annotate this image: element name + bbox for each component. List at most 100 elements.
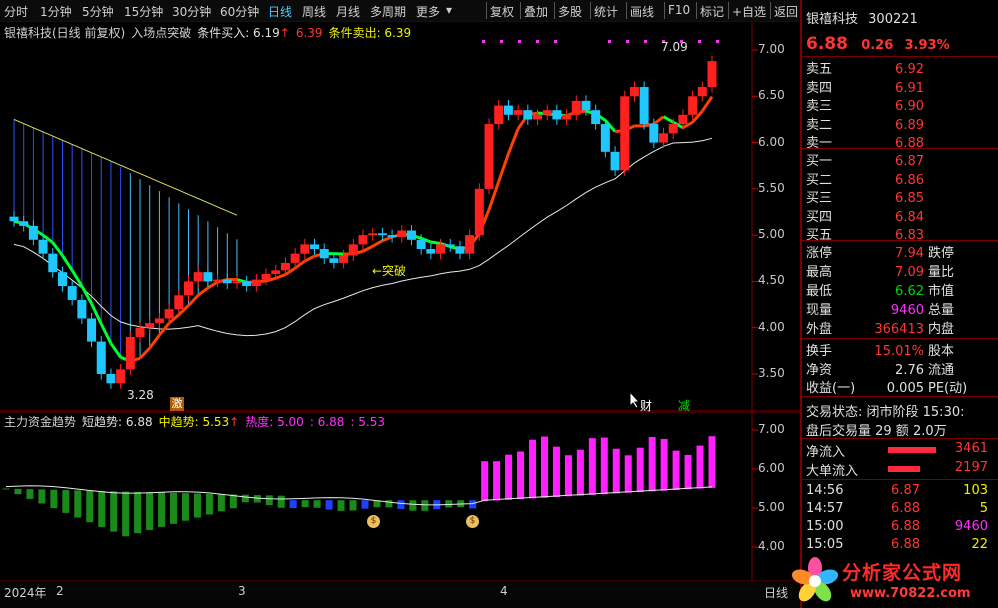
candle-body [552, 110, 562, 120]
panel-row: 买四 6.84 [806, 206, 996, 225]
period-tab-6[interactable]: 日线 [268, 3, 292, 20]
period-tab-2[interactable]: 5分钟 [82, 3, 114, 20]
toolbar-button-4[interactable]: 画线 [630, 3, 654, 20]
net-inflow-bar [888, 447, 936, 453]
period-tab-0[interactable]: 分时 [4, 3, 28, 20]
panel-row: 买三 6.85 [806, 187, 996, 206]
candle-body [659, 133, 669, 143]
candle-body [242, 281, 252, 287]
toolbar-button-2[interactable]: 多股 [558, 3, 582, 20]
row-label: 涨停 [806, 246, 833, 261]
row-label: 外盘 [806, 322, 833, 337]
period-tab-10[interactable]: 更多 [416, 3, 440, 20]
price-axis-label: 5.50 [758, 180, 785, 195]
toolbar-button-8[interactable]: 返回 [774, 3, 798, 20]
money-bag-icon: $ [466, 515, 479, 528]
candle-body [57, 272, 67, 287]
toolbar-button-1[interactable]: 叠加 [524, 3, 548, 20]
fund-bar [277, 495, 285, 508]
period-tab-8[interactable]: 月线 [336, 3, 360, 20]
candle-body [465, 235, 475, 254]
candle-body [164, 309, 174, 319]
buy-arrow: ↑ [279, 26, 290, 40]
more-dropdown-icon[interactable]: ▾ [446, 3, 452, 17]
candle-body [319, 249, 329, 259]
period-tab-5[interactable]: 60分钟 [220, 3, 259, 20]
row-value: 2.76 [895, 362, 924, 378]
candle-body [106, 374, 116, 384]
buy-condition: 条件买入: 6.19 [197, 26, 280, 40]
period-tab-9[interactable]: 多周期 [370, 3, 406, 20]
toolbar-button-7[interactable]: +自选 [732, 3, 766, 20]
candle-body [639, 87, 649, 125]
toolbar-button-0[interactable]: 复权 [490, 3, 514, 20]
fund-bar [86, 490, 94, 523]
period-tab-7[interactable]: 周线 [302, 3, 326, 20]
candle-body [688, 96, 698, 115]
price-change: 0.26 [861, 38, 894, 53]
panel-row: 净资 2.76 流通 [806, 359, 996, 378]
candle-body [222, 279, 232, 284]
tick-volume: 9460 [954, 519, 988, 534]
fund-bar [588, 438, 596, 495]
mid-trend: 中趋势: 5.53 [158, 415, 230, 429]
signal-dot [500, 40, 503, 43]
row-label: 卖五 [806, 62, 833, 77]
indicator-axis-label: 7.00 [758, 422, 785, 436]
stock-name: 银禧科技 [806, 12, 859, 27]
candle-body [581, 100, 591, 111]
fund-bar [529, 439, 537, 499]
big-inflow-value: 2197 [954, 460, 988, 475]
candle-body [610, 151, 620, 171]
fund-bar [349, 500, 357, 511]
signal-dot [698, 40, 701, 43]
sell-condition: 条件卖出: 6.39 [328, 26, 412, 40]
toolbar-separator [696, 2, 697, 19]
candle-body [697, 87, 707, 97]
tick-price: 6.88 [891, 501, 920, 516]
fund-bar [600, 437, 608, 495]
main-kline-chart[interactable] [0, 22, 800, 412]
fund-bar [361, 500, 369, 509]
fund-bar [564, 455, 572, 497]
fund-bar [445, 500, 453, 508]
candle-body [406, 230, 416, 240]
candle-body [9, 216, 19, 222]
signal-dot [518, 40, 521, 43]
heat-value-2: : 6.88 [309, 415, 345, 429]
panel-row: 卖四 6.91 [806, 77, 996, 96]
period-tab-3[interactable]: 15分钟 [124, 3, 163, 20]
stock-chart-title: 银禧科技(日线 前复权) [4, 26, 126, 40]
fund-trend-indicator-chart[interactable] [0, 412, 800, 580]
toolbar-button-6[interactable]: 标记 [700, 3, 724, 20]
quote-panel: 银禧科技 300221 6.88 0.26 3.93% 卖五 6.92 卖四 6.91… [800, 0, 998, 608]
row-value: 6.84 [895, 209, 924, 225]
period-tab-4[interactable]: 30分钟 [172, 3, 211, 20]
fund-bar [229, 494, 237, 509]
fund-bar [50, 489, 58, 509]
candle-body [600, 124, 610, 152]
candle-body [339, 255, 349, 263]
period-label[interactable]: 日线 [764, 584, 788, 601]
candle-body [678, 114, 688, 125]
fund-bar [2, 488, 10, 490]
candle-body [154, 318, 164, 324]
fund-bar [62, 490, 70, 513]
candle-body [358, 235, 368, 245]
indicator-legend: 主力资金趋势 短趋势: 6.88 中趋势: 5.53↑ 热度: 5.00: 6.88:… [4, 413, 391, 429]
toolbar-button-3[interactable]: 统计 [594, 3, 618, 20]
candle-body [290, 253, 300, 263]
indicator-axis-label: 6.00 [758, 461, 785, 475]
mouse-cursor-icon [629, 391, 641, 409]
fund-bar [146, 492, 154, 531]
fund-bar [26, 489, 34, 499]
toolbar-separator [590, 2, 591, 19]
candle-body [571, 100, 581, 115]
row-value: 6.91 [895, 80, 924, 96]
fund-bar [517, 451, 525, 500]
price-axis-label: 6.00 [758, 134, 785, 149]
candle-body [251, 279, 261, 287]
toolbar-button-5[interactable]: F10 [668, 3, 690, 17]
period-tab-1[interactable]: 1分钟 [40, 3, 72, 20]
fund-bar [493, 461, 501, 501]
